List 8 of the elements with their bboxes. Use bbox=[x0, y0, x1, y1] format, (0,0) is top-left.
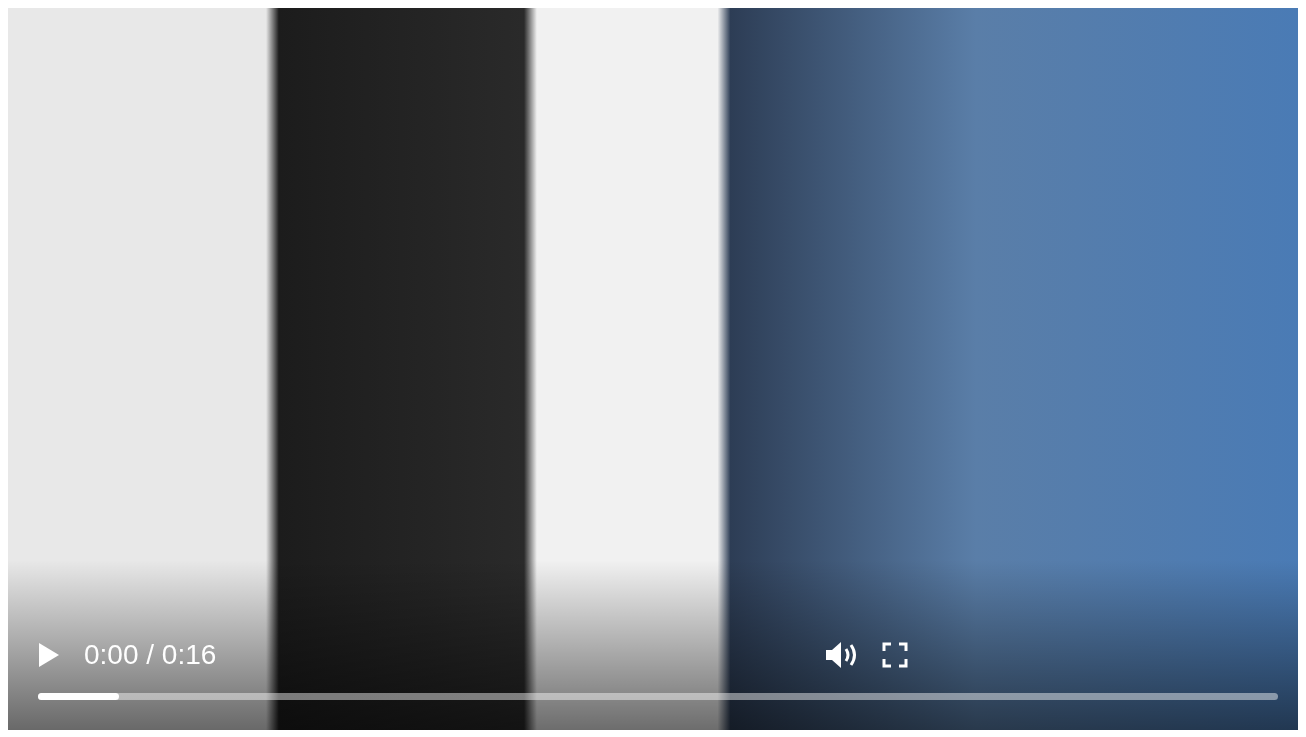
progress-track[interactable] bbox=[38, 693, 1278, 700]
speaker-icon bbox=[824, 640, 859, 670]
play-icon bbox=[38, 642, 60, 668]
fullscreen-button[interactable] bbox=[882, 642, 909, 668]
volume-button[interactable] bbox=[824, 640, 859, 670]
play-button[interactable] bbox=[38, 642, 60, 668]
time-display: 0:00 / 0:16 bbox=[84, 639, 217, 671]
fullscreen-icon bbox=[882, 642, 909, 668]
